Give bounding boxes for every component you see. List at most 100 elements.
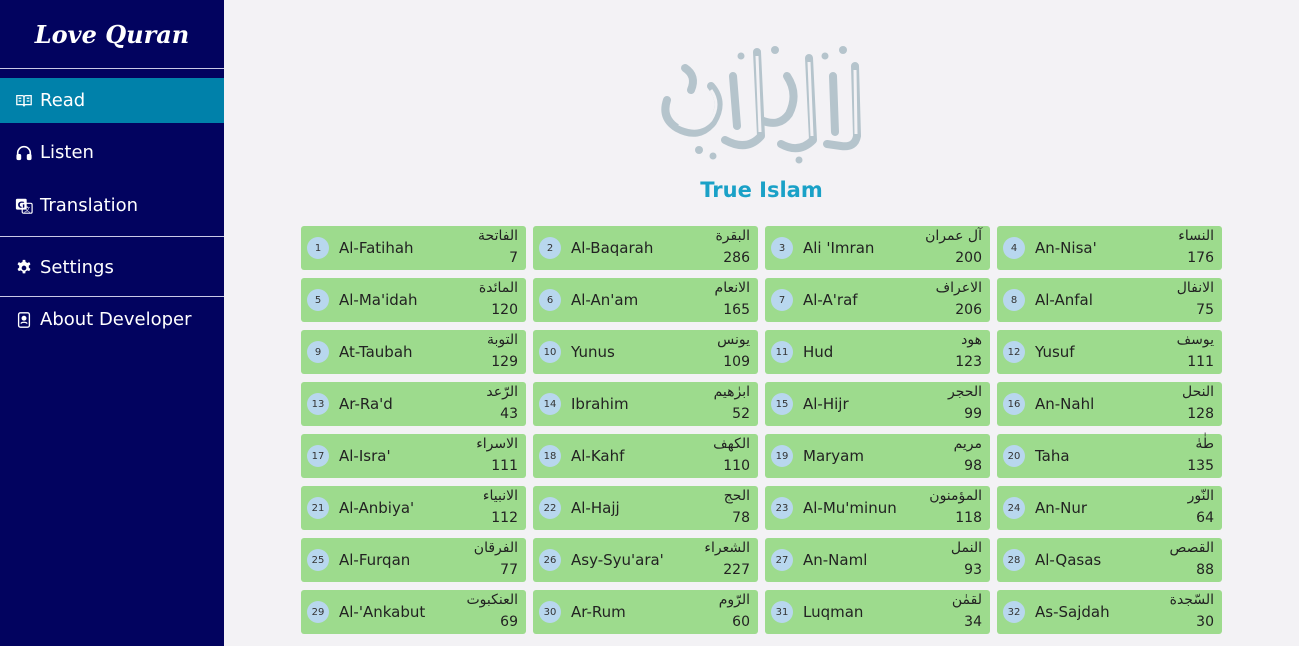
surah-card[interactable]: 17 Al-Isra' الاسراء 111 [301, 434, 526, 478]
nav-item-listen[interactable]: Listen [0, 130, 224, 175]
surah-card[interactable]: 31 Luqman لقمٰن 34 [765, 590, 990, 634]
surah-arabic-name: الاسراء [476, 436, 518, 452]
surah-arabic-name: الفرقان [473, 540, 518, 556]
surah-card[interactable]: 32 As-Sajdah السّجدة 30 [997, 590, 1222, 634]
surah-verse-count: 128 [1187, 406, 1214, 422]
nav-item-about[interactable]: About Developer [0, 297, 224, 342]
surah-number-badge: 24 [1003, 497, 1025, 519]
surah-verse-count: 111 [1187, 354, 1214, 370]
surah-number-badge: 26 [539, 549, 561, 571]
surah-name: Ali 'Imran [803, 239, 875, 257]
surah-card[interactable]: 7 Al-A'raf الاعراف 206 [765, 278, 990, 322]
surah-card[interactable]: 8 Al-Anfal الانفال 75 [997, 278, 1222, 322]
surah-name: Al-Baqarah [571, 239, 654, 257]
surah-card[interactable]: 26 Asy-Syu'ara' الشعراء 227 [533, 538, 758, 582]
surah-card[interactable]: 5 Al-Ma'idah المائدة 120 [301, 278, 526, 322]
surah-card[interactable]: 27 An-Naml النمل 93 [765, 538, 990, 582]
surah-card[interactable]: 15 Al-Hijr الحجر 99 [765, 382, 990, 426]
surah-name: Al-A'raf [803, 291, 858, 309]
gear-icon [14, 258, 34, 278]
nav-item-read[interactable]: Read [0, 78, 224, 123]
surah-verse-count: 98 [964, 458, 982, 474]
surah-card[interactable]: 22 Al-Hajj الحج 78 [533, 486, 758, 530]
surah-verse-count: 60 [732, 614, 750, 630]
surah-arabic-name: الحجر [948, 384, 982, 400]
translate-icon: G文 [14, 196, 34, 216]
surah-number-badge: 27 [771, 549, 793, 571]
surah-number-badge: 15 [771, 393, 793, 415]
surah-card[interactable]: 9 At-Taubah التوبة 129 [301, 330, 526, 374]
surah-card[interactable]: 3 Ali 'Imran آل عمران 200 [765, 226, 990, 270]
surah-card[interactable]: 23 Al-Mu'minun المؤمنون 118 [765, 486, 990, 530]
nav-label-read: Read [40, 90, 86, 111]
surah-verse-count: 88 [1196, 562, 1214, 578]
brand-logo[interactable]: Love Quran [0, 0, 224, 68]
surah-name: Al-Ma'idah [339, 291, 418, 309]
main-content: True Islam 1 Al-Fatihah الفاتحة 7 2 Al-Baqara… [224, 0, 1299, 646]
book-open-icon [14, 91, 34, 111]
surah-arabic-name: الانبياء [482, 488, 518, 504]
surah-name: An-Nur [1035, 499, 1088, 517]
surah-verse-count: 110 [723, 458, 750, 474]
nav-label-listen: Listen [40, 142, 94, 163]
surah-arabic-name: يوسف [1176, 332, 1214, 348]
surah-name: An-Nahl [1035, 395, 1095, 413]
surah-number-badge: 3 [771, 237, 793, 259]
surah-name: Al-Furqan [339, 551, 411, 569]
surah-name: Asy-Syu'ara' [571, 551, 664, 569]
surah-verse-count: 109 [723, 354, 750, 370]
surah-verse-count: 227 [723, 562, 750, 578]
surah-name: Ar-Rum [571, 603, 626, 621]
surah-number-badge: 19 [771, 445, 793, 467]
surah-arabic-name: البقرة [715, 228, 750, 244]
surah-card[interactable]: 30 Ar-Rum الرّوم 60 [533, 590, 758, 634]
surah-card[interactable]: 25 Al-Furqan الفرقان 77 [301, 538, 526, 582]
surah-arabic-name: السّجدة [1169, 592, 1214, 608]
surah-card[interactable]: 24 An-Nur النّور 64 [997, 486, 1222, 530]
nav-label-settings: Settings [40, 257, 114, 278]
surah-number-badge: 16 [1003, 393, 1025, 415]
surah-card[interactable]: 29 Al-'Ankabut العنكبوت 69 [301, 590, 526, 634]
nav-item-translation[interactable]: G文 Translation [0, 183, 224, 228]
surah-card[interactable]: 18 Al-Kahf الكهف 110 [533, 434, 758, 478]
surah-name: Hud [803, 343, 834, 361]
surah-arabic-name: الاعراف [935, 280, 982, 296]
surah-card[interactable]: 2 Al-Baqarah البقرة 286 [533, 226, 758, 270]
surah-arabic-name: الانعام [714, 280, 750, 296]
surah-arabic-name: النّور [1187, 488, 1214, 504]
surah-card[interactable]: 12 Yusuf يوسف 111 [997, 330, 1222, 374]
surah-card[interactable]: 16 An-Nahl النحل 128 [997, 382, 1222, 426]
surah-arabic-name: النساء [1178, 228, 1214, 244]
surah-name: As-Sajdah [1035, 603, 1110, 621]
nav-item-settings[interactable]: Settings [0, 245, 224, 290]
surah-card[interactable]: 11 Hud هود 123 [765, 330, 990, 374]
surah-arabic-name: الرّعد [486, 384, 518, 400]
surah-name: At-Taubah [339, 343, 413, 361]
surah-number-badge: 12 [1003, 341, 1025, 363]
surah-card[interactable]: 1 Al-Fatihah الفاتحة 7 [301, 226, 526, 270]
surah-name: Al-Fatihah [339, 239, 414, 257]
surah-card[interactable]: 13 Ar-Ra'd الرّعد 43 [301, 382, 526, 426]
surah-number-badge: 30 [539, 601, 561, 623]
surah-card[interactable]: 20 Taha طٰهٰ 135 [997, 434, 1222, 478]
svg-text:文: 文 [24, 204, 31, 213]
surah-card[interactable]: 14 Ibrahim ابرٰهيم 52 [533, 382, 758, 426]
surah-verse-count: 30 [1196, 614, 1214, 630]
surah-name: Yunus [571, 343, 615, 361]
surah-arabic-name: يونس [717, 332, 750, 348]
surah-verse-count: 77 [500, 562, 518, 578]
surah-name: Al-Anfal [1035, 291, 1093, 309]
surah-card[interactable]: 28 Al-Qasas القصص 88 [997, 538, 1222, 582]
surah-card[interactable]: 4 An-Nisa' النساء 176 [997, 226, 1222, 270]
surah-verse-count: 69 [500, 614, 518, 630]
surah-name: Al-Hajj [571, 499, 620, 517]
surah-card[interactable]: 10 Yunus يونس 109 [533, 330, 758, 374]
surah-verse-count: 118 [955, 510, 982, 526]
surah-card[interactable]: 6 Al-An'am الانعام 165 [533, 278, 758, 322]
surah-name: Al-Hijr [803, 395, 849, 413]
surah-arabic-name: العنكبوت [466, 592, 518, 608]
surah-card[interactable]: 19 Maryam مريم 98 [765, 434, 990, 478]
surah-number-badge: 6 [539, 289, 561, 311]
surah-verse-count: 111 [491, 458, 518, 474]
surah-card[interactable]: 21 Al-Anbiya' الانبياء 112 [301, 486, 526, 530]
